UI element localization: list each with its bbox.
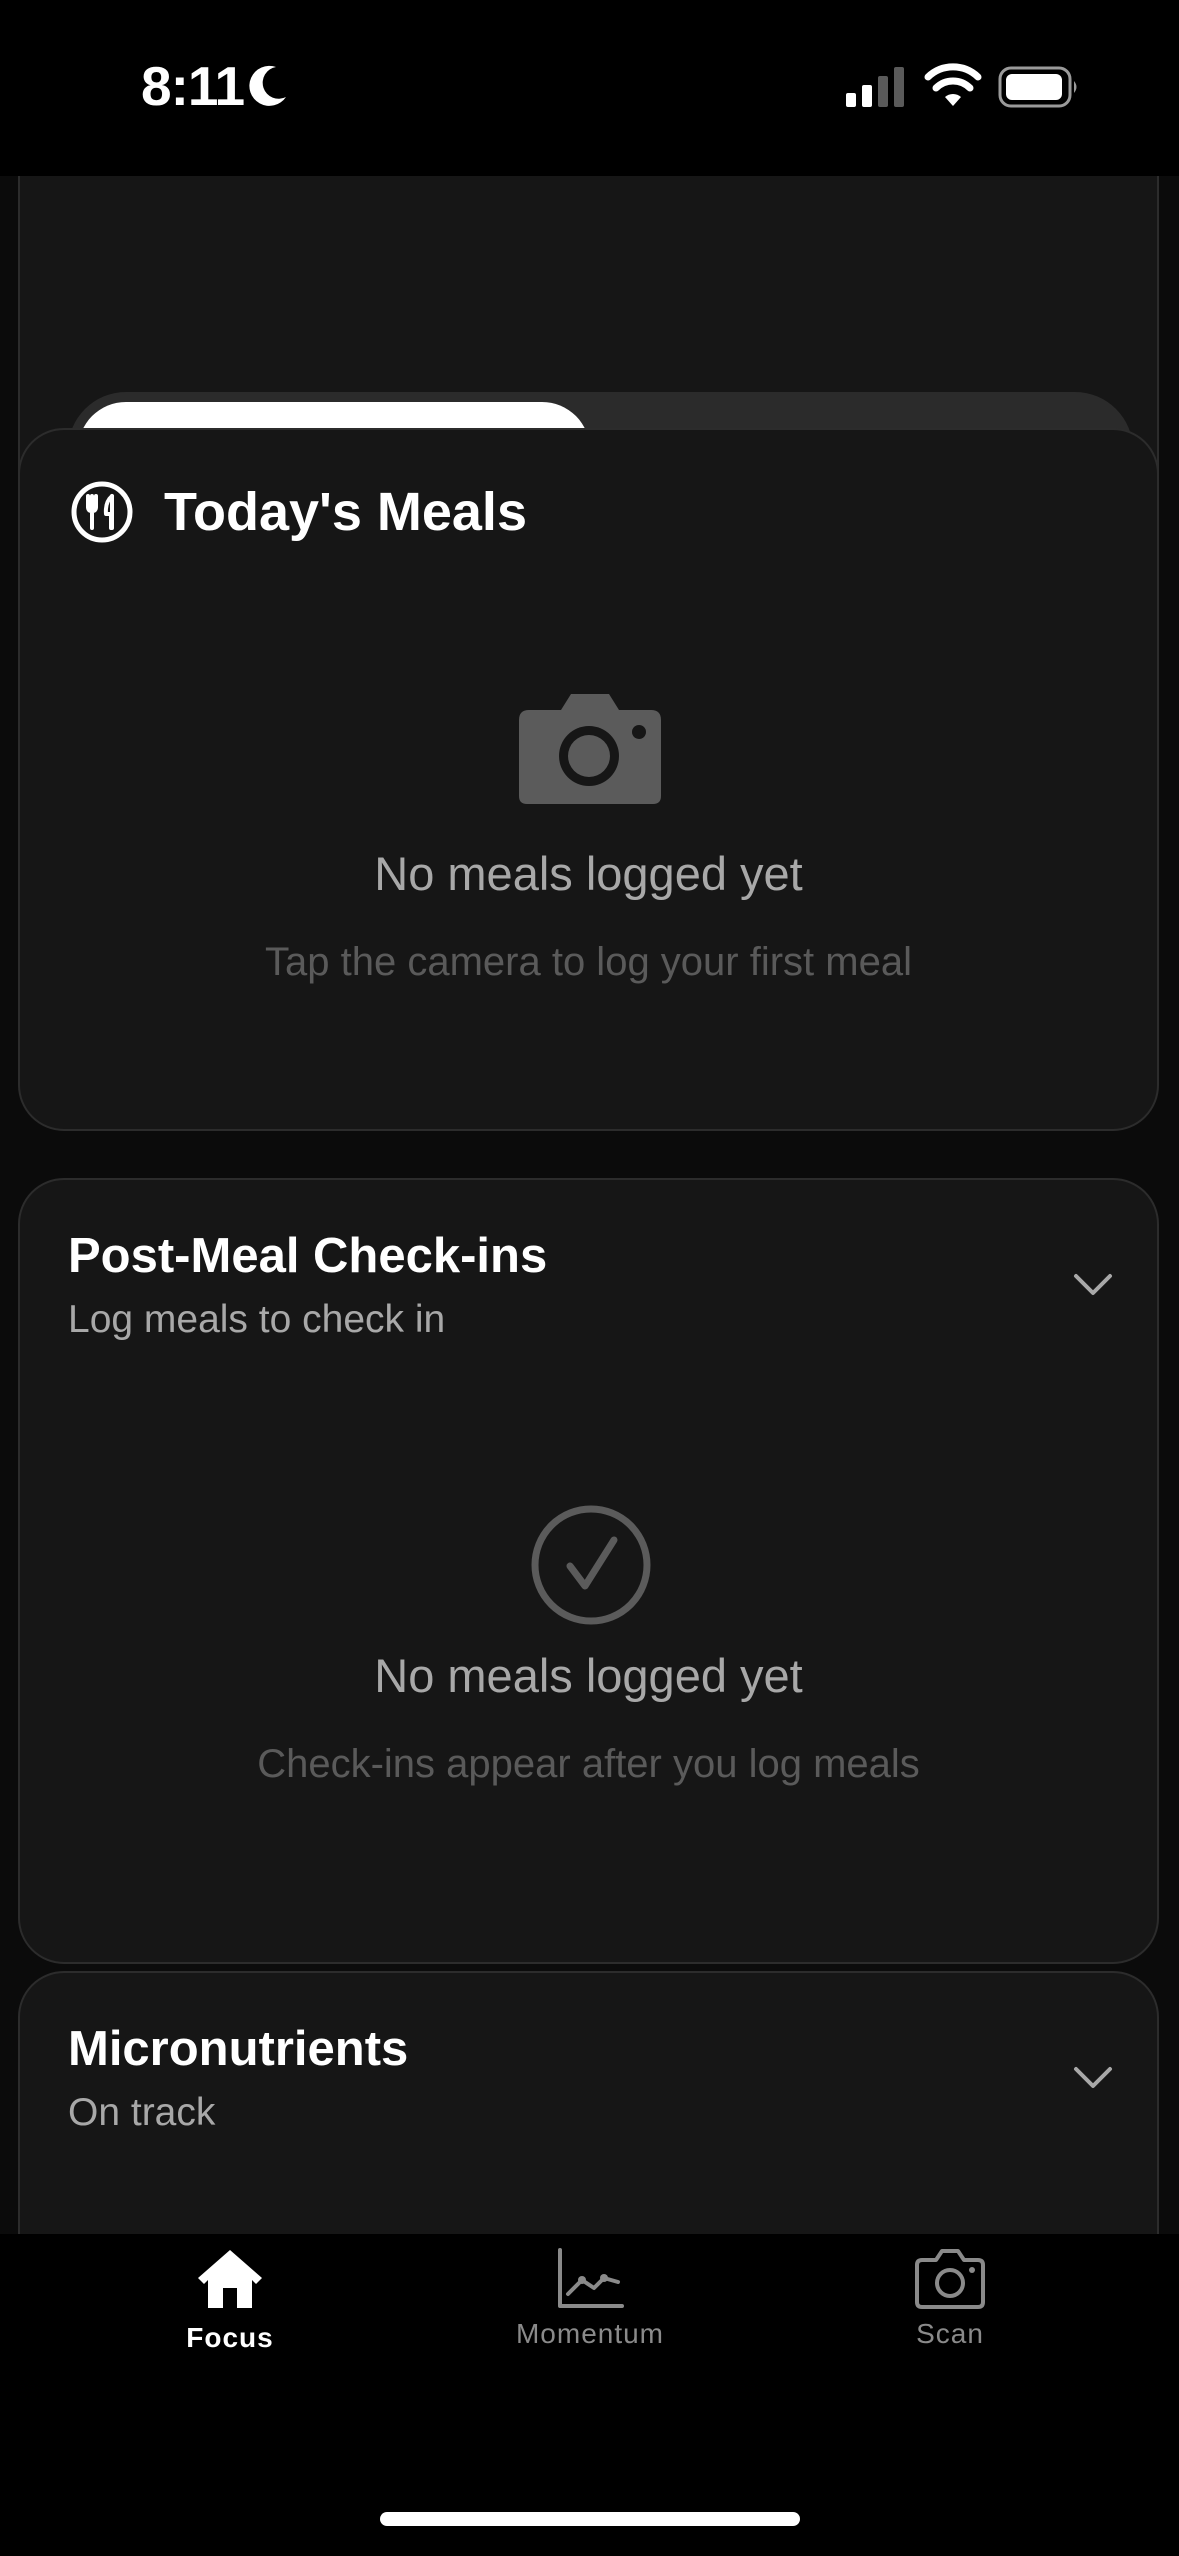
tab-momentum[interactable]: Momentum [490, 2234, 690, 2364]
chevron-down-icon[interactable] [1073, 2065, 1113, 2091]
checkmark-circle-icon [531, 1505, 651, 1625]
tab-bar: Focus Momentum Scan [0, 2234, 1179, 2556]
checkins-card[interactable]: Post-Meal Check-ins Log meals to check i… [18, 1178, 1159, 1964]
fork-knife-icon [71, 481, 133, 543]
house-icon [198, 2250, 262, 2308]
micronutrients-title: Micronutrients [68, 2022, 409, 2076]
checkins-title: Post-Meal Check-ins [68, 1229, 548, 1283]
line-chart-icon [558, 2248, 624, 2308]
status-bar: 8:11 [0, 0, 1179, 176]
meals-empty-subtitle: Tap the camera to log your first meal [265, 940, 912, 984]
tab-label: Focus [186, 2322, 274, 2353]
checkins-empty-subtitle: Check-ins appear after you log meals [257, 1742, 920, 1786]
tab-focus[interactable]: Focus [130, 2234, 330, 2364]
meals-empty-title: No meals logged yet [374, 847, 803, 900]
camera-icon [915, 2249, 985, 2309]
camera-icon [519, 694, 661, 804]
wifi-icon [924, 63, 982, 106]
moon-icon [249, 65, 286, 106]
todays-meals-title: Today's Meals [164, 482, 527, 542]
chevron-down-icon[interactable] [1073, 1272, 1113, 1298]
scroll-content[interactable]: Consumed Remaining Today's Meals No meal… [0, 176, 1179, 2234]
home-indicator[interactable] [380, 2512, 800, 2526]
tab-scan[interactable]: Scan [850, 2234, 1050, 2364]
checkins-subtitle: Log meals to check in [68, 1298, 446, 1341]
todays-meals-card: Today's Meals No meals logged yet Tap th… [18, 428, 1159, 1131]
micronutrients-subtitle: On track [68, 2091, 216, 2134]
checkins-empty-title: No meals logged yet [374, 1649, 803, 1702]
tab-label: Momentum [515, 2318, 665, 2349]
battery-icon [998, 66, 1077, 108]
cellular-signal-icon [846, 67, 904, 107]
tab-label: Scan [916, 2318, 984, 2349]
micronutrients-card[interactable]: Micronutrients On track [18, 1971, 1159, 2234]
status-time: 8:11 [141, 55, 245, 117]
